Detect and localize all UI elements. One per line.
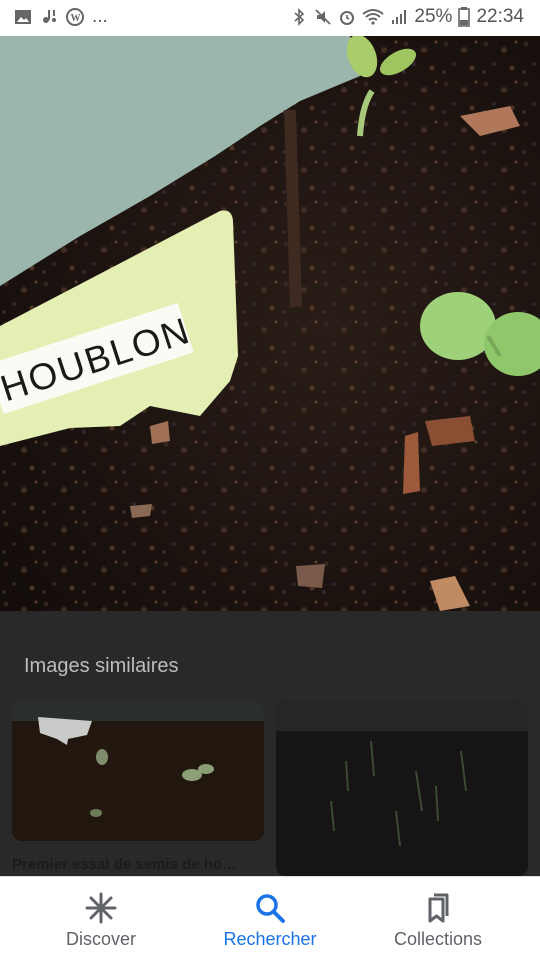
bottom-navigation: Discover Rechercher Collections xyxy=(0,876,540,961)
bookmarks-icon xyxy=(428,893,449,923)
similar-image-1[interactable] xyxy=(12,701,264,841)
mute-icon xyxy=(315,9,332,25)
wifi-icon xyxy=(362,9,385,25)
bluetooth-icon xyxy=(294,8,305,26)
search-icon xyxy=(256,894,285,923)
seedling-photo: HOUBLON xyxy=(0,36,540,611)
nav-collections[interactable]: Collections xyxy=(348,877,528,961)
svg-text:W: W xyxy=(71,13,81,24)
wordpress-icon: W xyxy=(66,8,84,26)
main-photo[interactable]: HOUBLON xyxy=(0,36,540,611)
similar-image-1-caption[interactable]: Premier essai de semis de ho… xyxy=(12,856,262,873)
gallery-icon xyxy=(15,10,31,24)
alarm-icon xyxy=(340,11,355,25)
signal-icon xyxy=(392,10,407,24)
battery-icon xyxy=(458,7,471,27)
notification-icon xyxy=(43,10,56,23)
similar-images-title: Images similaires xyxy=(24,655,179,677)
battery-percent: 25% xyxy=(414,6,453,27)
similar-image-2[interactable] xyxy=(276,701,528,876)
nav-discover-label: Discover xyxy=(65,929,136,949)
clock: 22:34 xyxy=(476,6,524,27)
nav-rechercher-label: Rechercher xyxy=(223,929,317,949)
asterisk-icon xyxy=(85,892,117,924)
status-bar: W ... 25% 22:34 xyxy=(0,0,540,36)
more-notifications: ... xyxy=(92,6,108,27)
similar-image-1-picture xyxy=(12,701,264,841)
nav-discover[interactable]: Discover xyxy=(11,877,191,961)
similar-images-section: Images similaires Premier essai de semis… xyxy=(0,611,540,876)
similar-image-2-picture xyxy=(276,701,528,876)
nav-collections-label: Collections xyxy=(393,929,483,949)
nav-rechercher[interactable]: Rechercher xyxy=(180,877,360,961)
